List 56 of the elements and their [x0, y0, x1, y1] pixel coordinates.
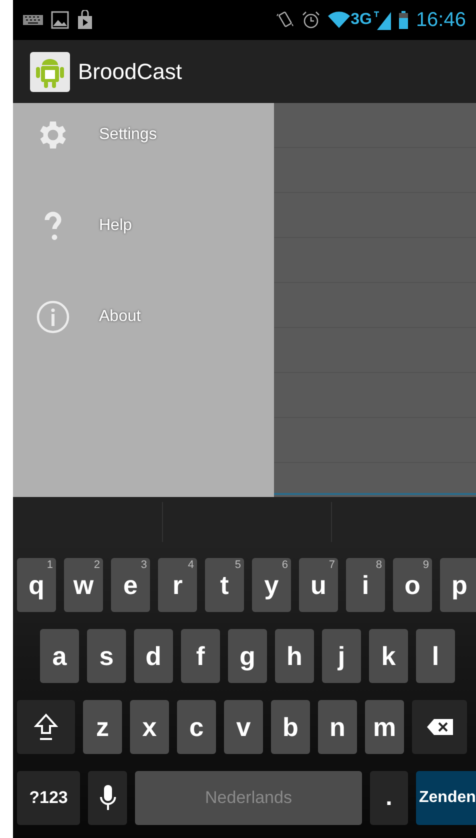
signal-icon	[372, 10, 391, 30]
alarm-clock-icon	[302, 11, 320, 29]
key-hint: 5	[234, 558, 241, 572]
symbols-key[interactable]: ?123	[17, 771, 80, 825]
letter-key[interactable]: b	[271, 700, 310, 754]
shopping-bag-icon	[77, 10, 93, 30]
image-icon	[51, 11, 69, 29]
key-hint: 6	[282, 558, 288, 572]
battery-icon	[398, 11, 408, 29]
info-icon	[35, 298, 71, 334]
letter-key[interactable]: h	[275, 629, 314, 683]
key-hint: 3	[140, 558, 147, 572]
letter-key[interactable]: i 8	[346, 558, 385, 612]
letter-key[interactable]: o 9	[393, 558, 432, 612]
shift-arrow-icon	[34, 713, 58, 741]
key-hint: 8	[376, 558, 382, 572]
letter-key[interactable]: a	[40, 629, 79, 683]
letter-key[interactable]: p	[440, 558, 476, 612]
microphone-icon	[98, 784, 116, 812]
keyboard-icon	[23, 15, 43, 25]
send-key[interactable]: Zenden	[416, 771, 476, 825]
letter-key[interactable]: j	[322, 629, 361, 683]
letter-key[interactable]: k	[369, 629, 408, 683]
period-key[interactable]: .	[370, 771, 408, 825]
letter-key[interactable]: u 7	[299, 558, 338, 612]
letter-key[interactable]: x	[130, 700, 169, 754]
letter-key[interactable]: r 4	[158, 558, 197, 612]
app-title: BroodCast	[78, 58, 182, 86]
letter-key[interactable]: q 1	[17, 558, 56, 612]
backspace-key[interactable]	[412, 700, 467, 754]
letter-key[interactable]: c	[177, 700, 216, 754]
letter-key[interactable]: w 2	[64, 558, 103, 612]
shift-key[interactable]	[17, 700, 75, 754]
letter-key[interactable]: f	[181, 629, 220, 683]
key-hint: 2	[94, 558, 100, 572]
letter-key[interactable]: z	[83, 700, 122, 754]
key-hint: 7	[328, 558, 335, 572]
letter-key[interactable]: n	[318, 700, 357, 754]
clock-time: 16:46	[416, 8, 466, 33]
voice-input-key[interactable]	[88, 771, 127, 825]
letter-key[interactable]: l	[416, 629, 455, 683]
letter-key[interactable]: m	[365, 700, 404, 754]
key-hint: 1	[46, 558, 53, 572]
vibrate-icon	[276, 10, 294, 30]
letter-key[interactable]: e 3	[111, 558, 150, 612]
letter-key[interactable]: y 6	[252, 558, 291, 612]
network-type: 3G	[350, 10, 372, 30]
letter-key[interactable]: t 5	[205, 558, 244, 612]
letter-key[interactable]: s	[87, 629, 126, 683]
backspace-icon	[426, 718, 454, 736]
letter-key[interactable]: g	[228, 629, 267, 683]
letter-key[interactable]: v	[224, 700, 263, 754]
key-hint: 9	[422, 558, 429, 572]
key-hint: 4	[188, 558, 194, 572]
wifi-icon	[328, 11, 350, 29]
letter-key[interactable]: d	[134, 629, 173, 683]
